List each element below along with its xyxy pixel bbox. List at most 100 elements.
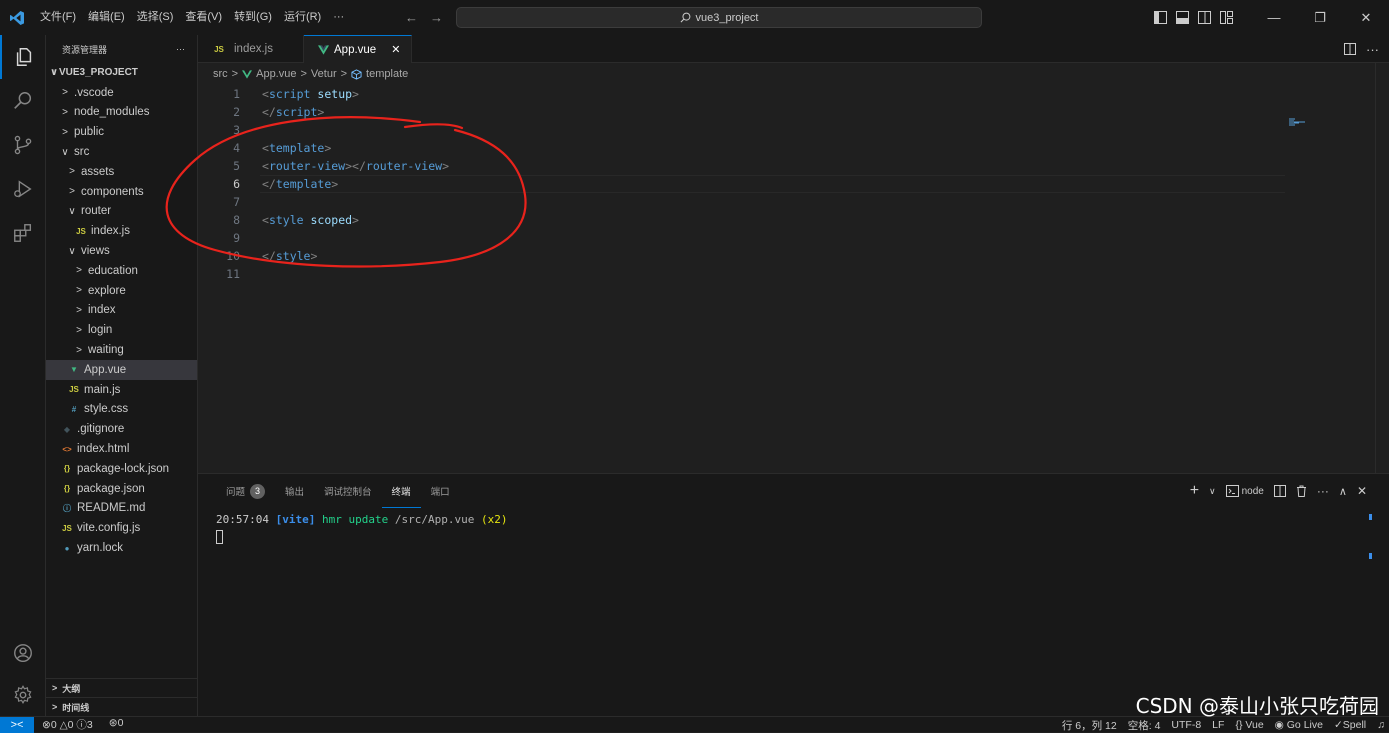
tree-folder[interactable]: > .vscode [46, 83, 197, 103]
tab-label: App.vue [334, 43, 377, 56]
chevron-right-icon: > [340, 68, 348, 80]
tree-file[interactable]: ⓘ README.md [46, 499, 197, 519]
back-arrow-icon[interactable]: ← [405, 10, 418, 25]
command-center-search[interactable]: vue3_project [456, 7, 982, 28]
tree-file[interactable]: JS vite.config.js [46, 518, 197, 538]
panel-more-icon[interactable]: ··· [1317, 484, 1329, 498]
customize-layout-icon[interactable] [1220, 11, 1233, 24]
menu-run[interactable]: 运行(R) [278, 0, 327, 35]
menu-selection[interactable]: 选择(S) [131, 0, 180, 35]
tree-folder[interactable]: > explore [46, 281, 197, 301]
menu-go[interactable]: 转到(G) [228, 0, 278, 35]
line-ending[interactable]: LF [1212, 719, 1224, 731]
explorer-icon[interactable] [0, 35, 46, 79]
close-window-button[interactable]: ✕ [1343, 10, 1389, 26]
extensions-icon[interactable] [0, 211, 46, 255]
indentation[interactable]: 空格: 4 [1128, 718, 1161, 733]
tree-file[interactable]: ● yarn.lock [46, 538, 197, 558]
terminal-output[interactable]: 20:57:04 [vite] hmr update /src/App.vue … [198, 508, 1389, 549]
breadcrumb-src[interactable]: src [213, 68, 228, 80]
tree-file[interactable]: {} package-lock.json [46, 459, 197, 479]
account-icon[interactable] [0, 631, 46, 675]
tab-index-js[interactable]: JS index.js [198, 35, 304, 63]
tree-file[interactable]: # style.css [46, 400, 197, 420]
explorer-more-button[interactable]: ··· [176, 44, 185, 54]
problems-status[interactable]: ⊗0 △0 ⓘ3 [42, 717, 93, 732]
tab-ports[interactable]: 端口 [421, 474, 460, 508]
tab-problems[interactable]: 问题 3 [216, 474, 275, 508]
menu-view[interactable]: 查看(V) [179, 0, 228, 35]
tree-folder[interactable]: > assets [46, 162, 197, 182]
timeline-label: 时间线 [62, 702, 90, 713]
terminal-selector[interactable]: node [1225, 485, 1264, 497]
tree-file[interactable]: JS index.js [46, 221, 197, 241]
tree-folder[interactable]: > public [46, 122, 197, 142]
tree-folder[interactable]: > login [46, 320, 197, 340]
language-mode[interactable]: {} Vue [1235, 719, 1263, 731]
outline-section[interactable]: > 大纲 [46, 678, 198, 697]
tree-folder[interactable]: > waiting [46, 340, 197, 360]
code-token: ></ [345, 159, 366, 173]
tree-folder[interactable]: > node_modules [46, 103, 197, 123]
tree-folder[interactable]: > index [46, 301, 197, 321]
tree-file[interactable]: JS main.js [46, 380, 197, 400]
tree-file[interactable]: {} package.json [46, 479, 197, 499]
editor-more-icon[interactable]: ··· [1366, 42, 1379, 57]
trash-icon[interactable] [1296, 485, 1307, 497]
maximize-panel-icon[interactable]: ∧ [1339, 485, 1347, 498]
search-icon[interactable] [0, 79, 46, 123]
tab-output[interactable]: 输出 [275, 474, 314, 508]
tree-folder[interactable]: ∨ router [46, 202, 197, 222]
tab-debug-console[interactable]: 调试控制台 [314, 474, 382, 508]
code-editor[interactable]: 1 <script setup> 2 </script> 3 4 <template> 5 <r… [198, 85, 1389, 283]
project-root-folder[interactable]: ∨ VUE3_PROJECT [46, 63, 197, 83]
source-control-icon[interactable] [0, 123, 46, 167]
chevron-right-icon: > [76, 344, 82, 356]
breadcrumb-file[interactable]: App.vue [256, 68, 296, 80]
spell-check[interactable]: ✓Spell [1334, 719, 1366, 731]
tree-file[interactable]: <> index.html [46, 439, 197, 459]
notifications-bell-icon[interactable]: ♫ [1377, 719, 1385, 731]
split-editor-icon[interactable] [1344, 43, 1356, 55]
encoding[interactable]: UTF-8 [1171, 719, 1201, 731]
breadcrumb-template[interactable]: template [366, 68, 408, 80]
split-terminal-icon[interactable] [1273, 485, 1286, 497]
tree-file[interactable]: ◆ .gitignore [46, 419, 197, 439]
toggle-panel-icon[interactable] [1176, 11, 1189, 24]
timeline-section[interactable]: > 时间线 [46, 697, 198, 716]
minimize-button[interactable]: — [1251, 10, 1297, 25]
tree-folder[interactable]: ∨ views [46, 241, 197, 261]
line-number: 7 [233, 195, 240, 209]
forward-arrow-icon[interactable]: → [430, 10, 443, 25]
toggle-secondary-sidebar-icon[interactable] [1198, 11, 1211, 24]
tree-folder[interactable]: > components [46, 182, 197, 202]
remote-indicator-icon[interactable]: >< [0, 716, 34, 733]
close-tab-icon[interactable]: ✕ [391, 43, 400, 56]
settings-gear-icon[interactable] [0, 673, 46, 717]
ports-status[interactable]: ⊛0 [109, 717, 124, 732]
chevron-down-icon: ∨ [49, 67, 59, 79]
restore-button[interactable]: ❐ [1297, 10, 1343, 26]
toggle-primary-sidebar-icon[interactable] [1154, 11, 1167, 24]
minimap[interactable] [1289, 117, 1309, 127]
breadcrumb-vetur[interactable]: Vetur [311, 68, 337, 80]
cursor-position[interactable]: 行 6，列 12 [1062, 718, 1117, 733]
tree-folder[interactable]: ∨ src [46, 142, 197, 162]
json-file-icon: {} [63, 484, 71, 494]
tree-folder[interactable]: > education [46, 261, 197, 281]
tab-app-vue[interactable]: App.vue ✕ [304, 35, 412, 63]
run-debug-icon[interactable] [0, 167, 46, 211]
chevron-down-icon: ∨ [68, 205, 76, 217]
new-terminal-icon[interactable]: + [1190, 482, 1199, 500]
menu-file[interactable]: 文件(F) [34, 0, 82, 35]
tree-file[interactable]: ▼ App.vue [46, 359, 197, 380]
chevron-down-icon[interactable]: ∨ [1209, 486, 1216, 497]
menu-more[interactable]: ··· [327, 0, 350, 35]
close-panel-icon[interactable]: ✕ [1357, 484, 1367, 498]
menu-edit[interactable]: 编辑(E) [82, 0, 131, 35]
chevron-right-icon: > [62, 87, 68, 99]
editor-scrollbar[interactable] [1375, 63, 1389, 473]
tab-terminal[interactable]: 终端 [381, 474, 421, 508]
code-line: 10 </style> [198, 247, 1389, 265]
go-live-button[interactable]: ◉ Go Live [1275, 719, 1323, 731]
